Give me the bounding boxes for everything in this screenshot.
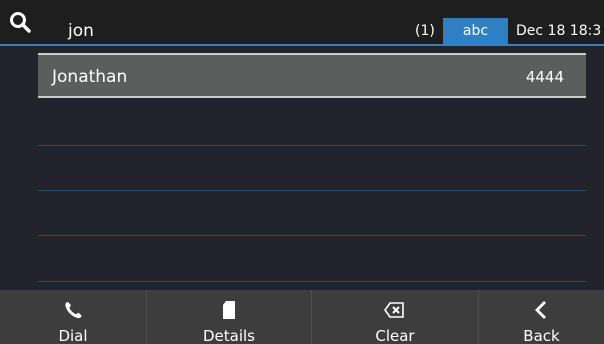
search-icon[interactable] <box>8 10 32 34</box>
contact-name: Jonathan <box>52 67 128 87</box>
input-mode-badge[interactable]: abc <box>443 18 508 44</box>
softkey-label: Details <box>202 327 255 344</box>
backspace-icon <box>384 302 404 318</box>
back-button[interactable]: Back <box>479 290 604 344</box>
row-divider <box>38 235 586 236</box>
search-bar: jon (1) abc Dec 18 18:3 <box>0 0 604 44</box>
phone-screen: jon (1) abc Dec 18 18:3 Jonathan 4444 Di… <box>0 0 604 344</box>
result-count: (1) <box>415 23 435 39</box>
phone-icon <box>65 302 82 319</box>
document-icon <box>223 301 235 319</box>
search-query[interactable]: jon <box>68 20 94 42</box>
list-item[interactable]: Jonathan 4444 <box>38 53 586 98</box>
dial-button[interactable]: Dial <box>0 290 146 344</box>
softkey-label: Back <box>523 327 560 344</box>
row-divider <box>38 145 586 146</box>
date-time: Dec 18 18:3 <box>516 23 602 39</box>
row-divider <box>38 190 586 191</box>
softkey-label: Clear <box>375 327 415 344</box>
softkey-bar: Dial Details Clear Back <box>0 290 604 344</box>
row-divider <box>38 281 586 282</box>
results-list: Jonathan 4444 <box>38 53 586 98</box>
details-button[interactable]: Details <box>147 290 311 344</box>
contact-number: 4444 <box>525 68 564 86</box>
clear-button[interactable]: Clear <box>312 290 478 344</box>
chevron-left-icon <box>534 301 546 319</box>
search-bar-underline <box>0 44 604 46</box>
softkey-label: Dial <box>58 327 88 344</box>
